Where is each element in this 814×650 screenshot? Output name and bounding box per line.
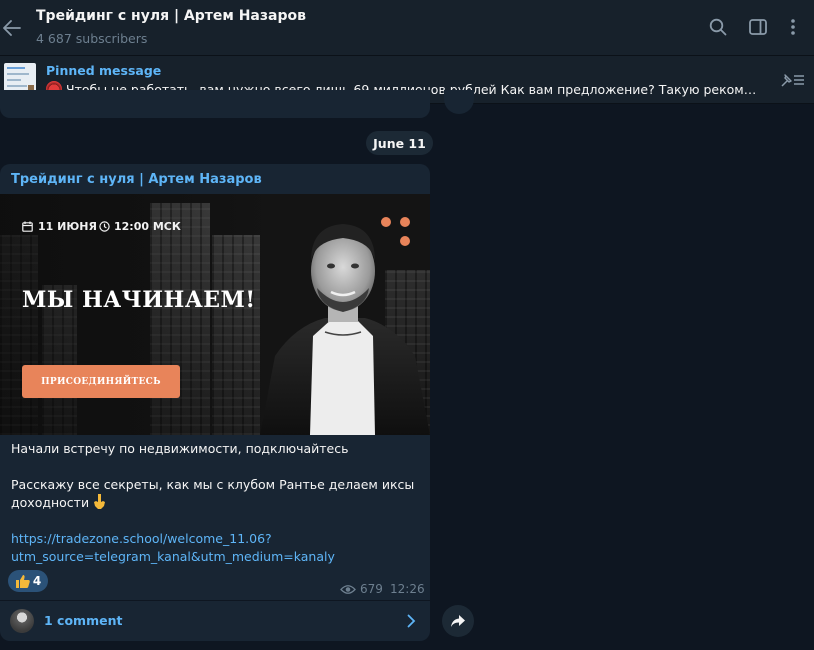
chat-header: Трейдинг с нуля | Артем Назаров 4 687 su… bbox=[0, 0, 814, 56]
banner-join-button: ПРИСОЕДИНЯЙТЕСЬ bbox=[22, 365, 180, 398]
banner-time: 12:00 МСК bbox=[99, 220, 181, 233]
post-channel-name[interactable]: Трейдинг с нуля | Артем Назаров bbox=[11, 172, 262, 187]
post-link[interactable]: https://tradezone.school/welcome_11.06? bbox=[11, 530, 272, 548]
post-views: 679 bbox=[340, 582, 383, 596]
pinned-label: Pinned message bbox=[46, 63, 162, 78]
banner-date-text: 11 ИЮНЯ bbox=[38, 220, 97, 233]
date-separator: June 11 bbox=[366, 131, 433, 155]
decor-dot bbox=[400, 236, 410, 246]
search-button[interactable] bbox=[707, 16, 729, 38]
comments-label: 1 comment bbox=[44, 613, 123, 628]
post-text-line-wrap: доходности bbox=[11, 494, 106, 512]
more-button[interactable] bbox=[782, 16, 804, 38]
clock-icon bbox=[99, 221, 110, 232]
decor-dot bbox=[400, 217, 410, 227]
reaction-count: 4 bbox=[32, 574, 42, 588]
chevron-right-icon bbox=[407, 614, 415, 628]
back-button[interactable] bbox=[2, 14, 22, 42]
pointing-down-emoji-icon bbox=[94, 494, 106, 509]
commenter-avatar bbox=[10, 609, 34, 633]
calendar-icon bbox=[22, 221, 33, 232]
subscriber-count: 4 687 subscribers bbox=[36, 31, 148, 46]
eye-icon bbox=[340, 584, 356, 594]
post-banner-image[interactable]: 11 ИЮНЯ 12:00 МСК МЫ НАЧИНАЕМ! ПРИСОЕДИН… bbox=[0, 194, 430, 435]
message-bubble: Трейдинг с нуля | Артем Назаров 11 ИЮНЯ … bbox=[0, 164, 430, 641]
more-vertical-icon bbox=[791, 19, 795, 35]
sidebar-toggle-icon bbox=[749, 19, 767, 35]
banner-headline: МЫ НАЧИНАЕМ! bbox=[22, 287, 256, 313]
post-time: 12:26 bbox=[390, 582, 425, 596]
search-icon bbox=[709, 18, 727, 36]
share-arrow-icon bbox=[451, 615, 465, 627]
comments-link[interactable]: 1 comment bbox=[0, 601, 430, 641]
post-link[interactable]: utm_source=telegram_kanal&utm_medium=kan… bbox=[11, 548, 335, 566]
post-text-line: Расскажу все секреты, как мы с клубом Ра… bbox=[11, 477, 415, 492]
previous-share-button[interactable] bbox=[444, 90, 474, 114]
pin-list-icon bbox=[781, 74, 804, 87]
sidebar-toggle-button[interactable] bbox=[747, 16, 769, 38]
decor-dot bbox=[381, 217, 391, 227]
chat-title[interactable]: Трейдинг с нуля | Артем Назаров bbox=[36, 8, 306, 24]
comments-chevron bbox=[403, 612, 419, 630]
thumbs-up-emoji-icon bbox=[15, 575, 30, 588]
views-count: 679 bbox=[360, 582, 383, 596]
post-text-line: Начали встречу по недвижимости, подключа… bbox=[11, 441, 349, 456]
banner-date: 11 ИЮНЯ bbox=[22, 220, 97, 233]
reaction-thumbs-up[interactable]: 4 bbox=[8, 570, 48, 592]
banner-time-text: 12:00 МСК bbox=[114, 220, 181, 233]
forward-button[interactable] bbox=[442, 605, 474, 637]
post-text-line: доходности bbox=[11, 495, 90, 510]
previous-message-bubble bbox=[0, 90, 430, 118]
back-arrow-icon bbox=[3, 20, 21, 36]
pinned-list-button[interactable] bbox=[778, 68, 806, 92]
